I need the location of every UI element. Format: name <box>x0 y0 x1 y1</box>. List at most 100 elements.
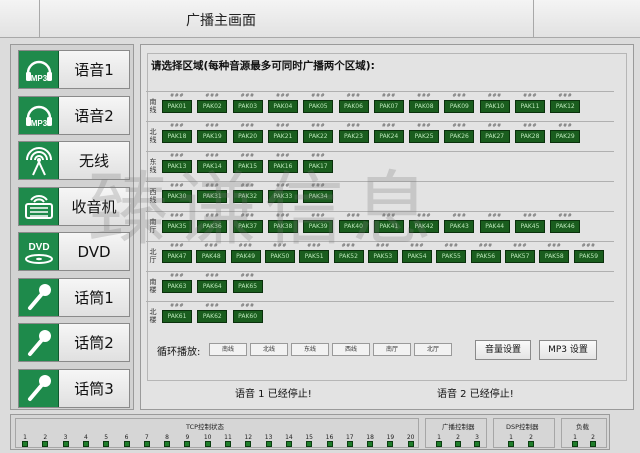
pak-zone-button[interactable]: PAK56 <box>470 250 501 263</box>
pak-zone-button[interactable]: PAK49 <box>230 250 261 263</box>
zone-row: 北线 ### PAK18 ### PAK19 ### PAK20 ### PAK21 ### PAK… <box>146 121 614 149</box>
source-button[interactable]: MP3 语音2 <box>18 95 130 135</box>
source-button[interactable]: 话筒3 <box>18 368 130 408</box>
pak-zone-button[interactable]: PAK59 <box>573 250 604 263</box>
pak-zone-button[interactable]: PAK41 <box>373 220 404 233</box>
pak-placeholder: ### <box>275 183 290 189</box>
pak-zone-button[interactable]: PAK46 <box>550 220 581 233</box>
pak-placeholder: ### <box>169 153 185 159</box>
pak-zone-button[interactable]: PAK54 <box>402 250 433 263</box>
pak-zone-button[interactable]: PAK19 <box>197 130 228 143</box>
pak-zone-button[interactable]: PAK34 <box>303 190 334 203</box>
indicator-light <box>326 441 333 447</box>
pak-zone-button[interactable]: PAK29 <box>550 130 581 143</box>
pak-zone-button[interactable]: PAK35 <box>162 220 192 233</box>
pak-placeholder: ### <box>205 123 220 129</box>
pak-zone-button[interactable]: PAK61 <box>162 310 192 323</box>
loop-zone-button[interactable]: 南线 <box>209 343 247 356</box>
pak-zone-button[interactable]: PAK44 <box>479 220 510 233</box>
pak-zone-button[interactable]: PAK23 <box>338 130 369 143</box>
pak-zone-button[interactable]: PAK12 <box>550 100 581 113</box>
pak-zone-button[interactable]: PAK36 <box>197 220 228 233</box>
pak-placeholder: ### <box>512 243 528 249</box>
mp3-settings-button[interactable]: MP3 设置 <box>539 340 597 360</box>
pak-zone-button[interactable]: PAK60 <box>232 310 263 323</box>
pak-zone-button[interactable]: PAK25 <box>409 130 440 143</box>
pak-placeholder: ### <box>275 153 290 159</box>
pak-zone-button[interactable]: PAK48 <box>196 250 227 263</box>
source-button[interactable]: DVD DVD <box>18 232 130 271</box>
loop-zone-button[interactable]: 北厅 <box>414 343 452 356</box>
pak-zone-button[interactable]: PAK07 <box>373 100 404 113</box>
mp3-icon: MP3 <box>19 51 59 88</box>
pak-zone-button[interactable]: PAK02 <box>197 100 228 113</box>
pak-zone-button[interactable]: PAK04 <box>267 100 298 113</box>
pak-zone-button[interactable]: PAK42 <box>409 220 440 233</box>
source-button[interactable]: 收音机 <box>18 186 130 226</box>
pak-zone-button[interactable]: PAK32 <box>232 190 263 203</box>
loop-zone-button[interactable]: 北线 <box>250 343 288 356</box>
pak-zone-button[interactable]: PAK52 <box>333 250 364 263</box>
pak-zone-button[interactable]: PAK45 <box>515 220 545 233</box>
indicator-light <box>590 441 596 447</box>
volume-settings-button[interactable]: 音量设置 <box>475 340 531 360</box>
pak-zone-button[interactable]: PAK39 <box>303 220 334 233</box>
loop-zone-button[interactable]: 东线 <box>291 343 329 356</box>
pak-zone-button[interactable]: PAK33 <box>267 190 298 203</box>
indicator-number: 1 <box>573 434 577 441</box>
pak-zone-button[interactable]: PAK10 <box>479 100 510 113</box>
pak-zone-button[interactable]: PAK13 <box>162 160 192 173</box>
pak-zone-button[interactable]: PAK64 <box>197 280 228 293</box>
pak-zone-button[interactable]: PAK17 <box>303 160 334 173</box>
indicator-number: 7 <box>144 434 149 441</box>
pak-zone-button[interactable]: PAK51 <box>299 250 330 263</box>
pak-zone-button[interactable]: PAK38 <box>267 220 298 233</box>
pak-zone-button[interactable]: PAK62 <box>197 310 228 323</box>
pak-zone-button[interactable]: PAK27 <box>479 130 510 143</box>
pak-zone-button[interactable]: PAK22 <box>303 130 334 143</box>
pak-zone-button[interactable]: PAK43 <box>444 220 475 233</box>
pak-zone-button[interactable]: PAK08 <box>409 100 440 113</box>
pak-placeholder: ### <box>381 93 396 99</box>
pak-placeholder: ### <box>522 213 538 219</box>
pak-zone-button[interactable]: PAK09 <box>444 100 475 113</box>
indicator-number: 9 <box>185 434 190 441</box>
source-button[interactable]: MP3 语音1 <box>18 50 130 89</box>
pak-zone-button[interactable]: PAK55 <box>436 250 467 263</box>
pak-zone-button[interactable]: PAK05 <box>303 100 334 113</box>
pak-zone-button[interactable]: PAK37 <box>232 220 263 233</box>
pak-zone-button[interactable]: PAK57 <box>505 250 535 263</box>
pak-zone-button[interactable]: PAK40 <box>338 220 369 233</box>
pak-zone-button[interactable]: PAK53 <box>367 250 398 263</box>
pak-zone-button[interactable]: PAK15 <box>232 160 263 173</box>
pak-zone-button[interactable]: PAK28 <box>515 130 545 143</box>
pak-zone-button[interactable]: PAK20 <box>232 130 263 143</box>
source-button[interactable]: 话筒1 <box>18 277 130 317</box>
pak-zone-button[interactable]: PAK63 <box>162 280 192 293</box>
pak-zone-button[interactable]: PAK65 <box>232 280 263 293</box>
pak-zone-button[interactable]: PAK16 <box>267 160 298 173</box>
source-label: 语音1 <box>74 61 114 79</box>
pak-zone-button[interactable]: PAK58 <box>539 250 570 263</box>
pak-placeholder: ### <box>240 183 255 189</box>
pak-zone-button[interactable]: PAK06 <box>338 100 369 113</box>
indicator-light <box>346 441 353 447</box>
pak-zone-button[interactable]: PAK03 <box>232 100 263 113</box>
pak-zone-button[interactable]: PAK24 <box>373 130 404 143</box>
loop-zone-button[interactable]: 西线 <box>332 343 370 356</box>
loop-zone-button[interactable]: 南厅 <box>373 343 411 356</box>
pak-zone-button[interactable]: PAK47 <box>162 250 192 263</box>
source-button[interactable]: 话筒2 <box>18 323 130 362</box>
indicator-light <box>22 441 28 447</box>
pak-zone-button[interactable]: PAK31 <box>197 190 228 203</box>
pak-zone-button[interactable]: PAK50 <box>264 250 295 263</box>
pak-placeholder: ### <box>311 153 326 159</box>
pak-zone-button[interactable]: PAK18 <box>162 130 192 143</box>
pak-zone-button[interactable]: PAK26 <box>444 130 475 143</box>
pak-zone-button[interactable]: PAK11 <box>515 100 545 113</box>
source-button[interactable]: 无线 <box>18 141 130 180</box>
pak-zone-button[interactable]: PAK21 <box>267 130 298 143</box>
pak-zone-button[interactable]: PAK30 <box>162 190 192 203</box>
pak-zone-button[interactable]: PAK01 <box>162 100 192 113</box>
pak-zone-button[interactable]: PAK14 <box>197 160 228 173</box>
